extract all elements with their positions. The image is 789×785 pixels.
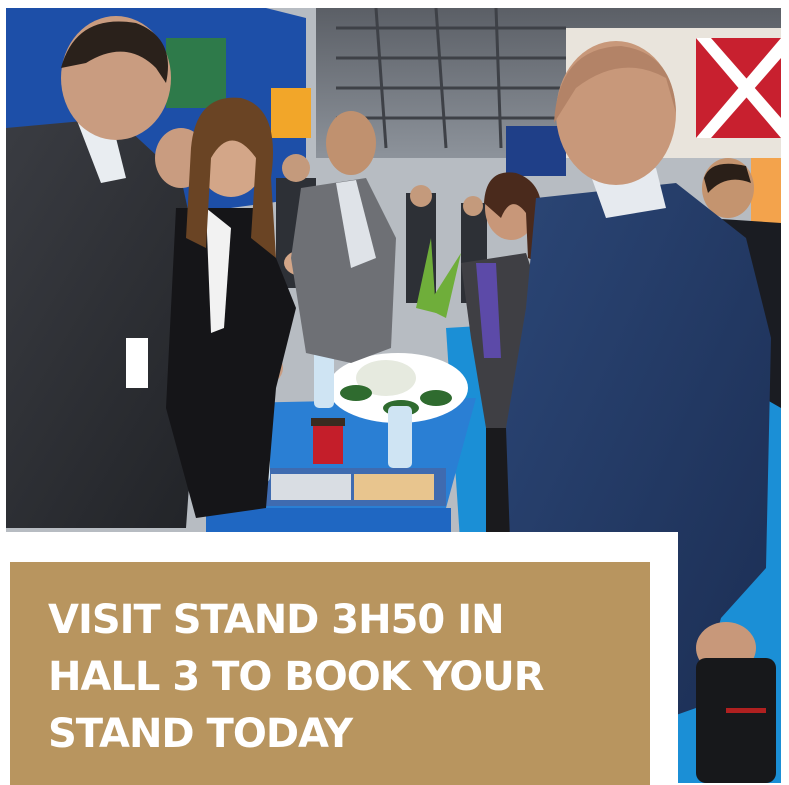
caption-line-2: HALL 3 TO BOOK YOUR bbox=[48, 654, 545, 700]
caption-line-1: VISIT STAND 3H50 IN bbox=[48, 597, 505, 643]
caption-line-3: STAND TODAY bbox=[48, 711, 353, 757]
caption-text: VISIT STAND 3H50 IN HALL 3 TO BOOK YOUR … bbox=[48, 592, 650, 763]
caption-box: VISIT STAND 3H50 IN HALL 3 TO BOOK YOUR … bbox=[10, 562, 650, 785]
